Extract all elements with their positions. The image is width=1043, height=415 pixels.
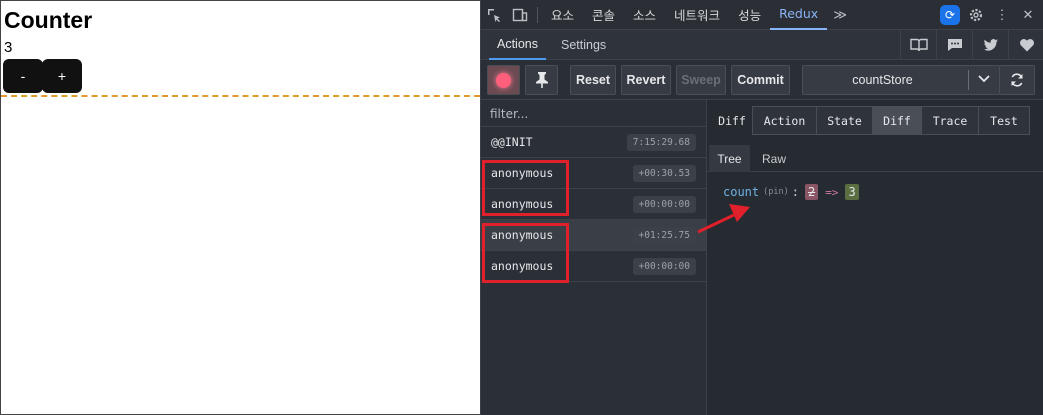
- annotation-arrow: [697, 204, 750, 234]
